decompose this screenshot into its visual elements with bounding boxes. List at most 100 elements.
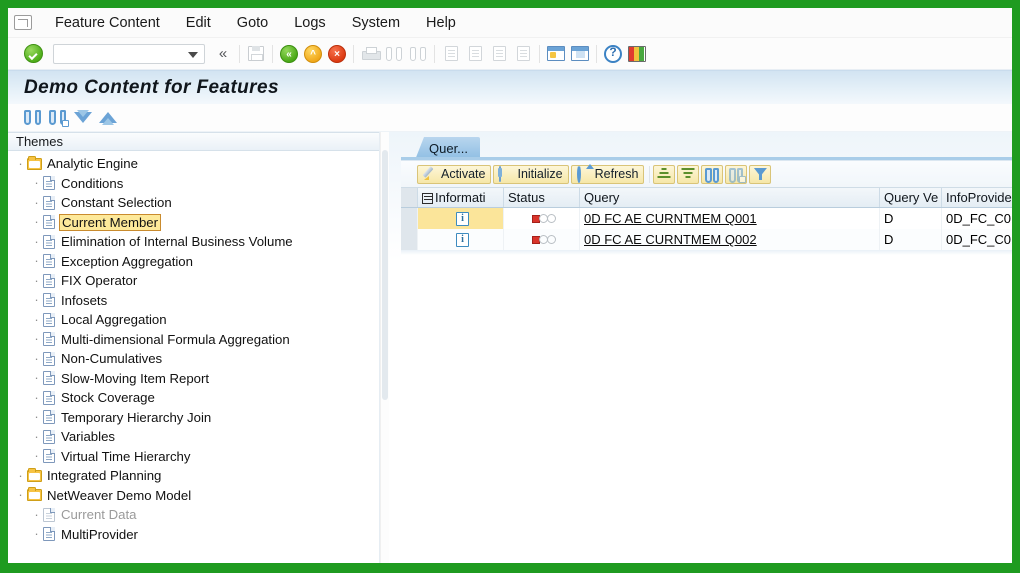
information-icon[interactable]: i <box>456 211 469 226</box>
command-field[interactable] <box>53 43 205 64</box>
find-next-button[interactable] <box>725 164 748 184</box>
save-icon[interactable] <box>245 43 267 65</box>
menu-item-logs[interactable]: Logs <box>281 13 338 33</box>
tree-node-exception-aggregation[interactable]: · Exception Aggregation <box>8 252 379 272</box>
menu-item-goto[interactable]: Goto <box>224 13 281 33</box>
grid-header-query[interactable]: Query <box>580 188 880 207</box>
cell-query[interactable]: 0D FC AE CURNTMEM Q001 <box>580 208 880 229</box>
grid-header-status[interactable]: Status <box>504 188 580 207</box>
find-next-icon <box>729 167 747 183</box>
activate-button[interactable]: Activate <box>417 164 492 184</box>
sort-descending-button[interactable] <box>677 164 700 184</box>
customize-layout-icon[interactable] <box>626 43 648 65</box>
find-icon[interactable] <box>22 108 43 128</box>
row-selector[interactable] <box>401 208 418 229</box>
tree-node-integrated-planning[interactable]: · Integrated Planning <box>8 466 379 486</box>
initialize-icon <box>499 166 513 182</box>
table-row[interactable]: i 0D FC AE CURNTMEM Q001 D 0D_FC_C01 <box>401 208 1012 229</box>
exit-icon[interactable]: ^ <box>302 43 324 65</box>
find-next-icon[interactable] <box>47 108 69 128</box>
tree-node-elimination-of-internal-business-volume[interactable]: · Elimination of Internal Business Volum… <box>8 232 379 252</box>
collapse-toolbar-button[interactable]: « <box>212 43 234 65</box>
table-row[interactable]: i 0D FC AE CURNTMEM Q002 D 0D_FC_C01 <box>401 229 1012 250</box>
menu-item-edit[interactable]: Edit <box>173 13 224 33</box>
create-shortcut-icon[interactable] <box>569 43 591 65</box>
cell-information[interactable]: i <box>418 229 504 250</box>
grid-header-infoprovider[interactable]: InfoProvide <box>942 188 1012 207</box>
tree-node-netweaver-demo-model[interactable]: · NetWeaver Demo Model <box>8 486 379 506</box>
initialize-button[interactable]: Initialize <box>493 164 569 184</box>
command-input[interactable] <box>57 45 185 62</box>
tree-vertical-scrollbar[interactable] <box>380 132 389 563</box>
last-page-icon[interactable] <box>512 43 534 65</box>
tree-node-conditions[interactable]: · Conditions <box>8 174 379 194</box>
menu-item-system[interactable]: System <box>339 13 413 33</box>
document-icon <box>43 390 55 405</box>
document-icon <box>43 351 55 366</box>
tree-node-temporary-hierarchy-join[interactable]: · Temporary Hierarchy Join <box>8 408 379 428</box>
leaf-marker-icon: · <box>34 526 39 542</box>
cell-query[interactable]: 0D FC AE CURNTMEM Q002 <box>580 229 880 250</box>
chevron-down-icon[interactable] <box>188 51 198 58</box>
back-icon[interactable]: « <box>278 43 300 65</box>
main-content: Themes · Analytic Engine · Conditions · … <box>8 132 1012 563</box>
folder-icon <box>27 155 42 170</box>
scrollbar-thumb[interactable] <box>382 150 388 400</box>
grid-header-selector[interactable] <box>401 188 418 207</box>
tree-node-fix-operator[interactable]: · FIX Operator <box>8 271 379 291</box>
grid-header-query-version[interactable]: Query Ve <box>880 188 942 207</box>
expand-marker-icon[interactable]: · <box>14 469 27 482</box>
information-icon[interactable]: i <box>456 232 469 247</box>
tree-node-local-aggregation[interactable]: · Local Aggregation <box>8 310 379 330</box>
help-icon[interactable] <box>602 43 624 65</box>
tree-node-constant-selection[interactable]: · Constant Selection <box>8 193 379 213</box>
system-menu-icon[interactable] <box>14 15 32 30</box>
collapse-all-icon[interactable] <box>97 108 118 128</box>
expand-marker-icon[interactable]: · <box>14 488 27 501</box>
menu-item-feature-content[interactable]: Feature Content <box>42 13 173 33</box>
expand-all-icon[interactable] <box>72 108 93 128</box>
cancel-icon[interactable]: × <box>326 43 348 65</box>
first-page-icon[interactable] <box>440 43 462 65</box>
tree-node-non-cumulatives[interactable]: · Non-Cumulatives <box>8 349 379 369</box>
tree-node-variables[interactable]: · Variables <box>8 427 379 447</box>
tree-node-virtual-time-hierarchy[interactable]: · Virtual Time Hierarchy <box>8 447 379 467</box>
tree-node-label: Analytic Engine <box>47 156 138 172</box>
sort-ascending-button[interactable] <box>653 164 676 184</box>
application-shell: Feature Content Edit Goto Logs System He… <box>8 8 1012 563</box>
tree-header: Themes <box>8 132 379 151</box>
find-next-icon[interactable] <box>407 43 429 65</box>
create-session-icon[interactable] <box>545 43 567 65</box>
grid-header-information[interactable]: Informati <box>418 188 504 207</box>
toolbar-divider <box>272 44 273 63</box>
tree-node-label: Multi-dimensional Formula Aggregation <box>61 331 290 347</box>
tree-node-infosets[interactable]: · Infosets <box>8 291 379 311</box>
document-icon <box>43 507 55 522</box>
print-icon[interactable] <box>359 43 381 65</box>
row-selector[interactable] <box>401 229 418 250</box>
tree-node-current-member[interactable]: · Current Member <box>8 213 379 233</box>
find-icon[interactable] <box>383 43 405 65</box>
tree-node-slow-moving-item-report[interactable]: · Slow-Moving Item Report <box>8 369 379 389</box>
find-button[interactable] <box>701 164 724 184</box>
query-link[interactable]: 0D FC AE CURNTMEM Q002 <box>584 232 757 247</box>
document-icon <box>43 195 55 210</box>
filter-button[interactable] <box>749 164 772 184</box>
tree-node-analytic-engine[interactable]: · Analytic Engine <box>8 154 379 174</box>
previous-page-icon[interactable] <box>464 43 486 65</box>
tree-body: · Analytic Engine · Conditions · Constan… <box>8 151 379 563</box>
tree-node-stock-coverage[interactable]: · Stock Coverage <box>8 388 379 408</box>
menu-item-help[interactable]: Help <box>413 13 469 33</box>
tree-node-multi-dimensional-formula-aggregation[interactable]: · Multi-dimensional Formula Aggregation <box>8 330 379 350</box>
tree-node-current-data[interactable]: · Current Data <box>8 505 379 525</box>
tree-node-label-selected: Current Member <box>59 213 162 231</box>
next-page-icon[interactable] <box>488 43 510 65</box>
cell-information[interactable]: i <box>418 208 504 229</box>
refresh-button[interactable]: Refresh <box>570 164 645 184</box>
tree-node-multiprovider[interactable]: · MultiProvider <box>8 525 379 545</box>
green-check-enter-icon[interactable] <box>24 44 43 63</box>
query-link[interactable]: 0D FC AE CURNTMEM Q001 <box>584 211 757 226</box>
expand-marker-icon[interactable]: · <box>14 157 27 170</box>
find-icon <box>705 167 720 183</box>
leaf-marker-icon: · <box>34 311 39 327</box>
